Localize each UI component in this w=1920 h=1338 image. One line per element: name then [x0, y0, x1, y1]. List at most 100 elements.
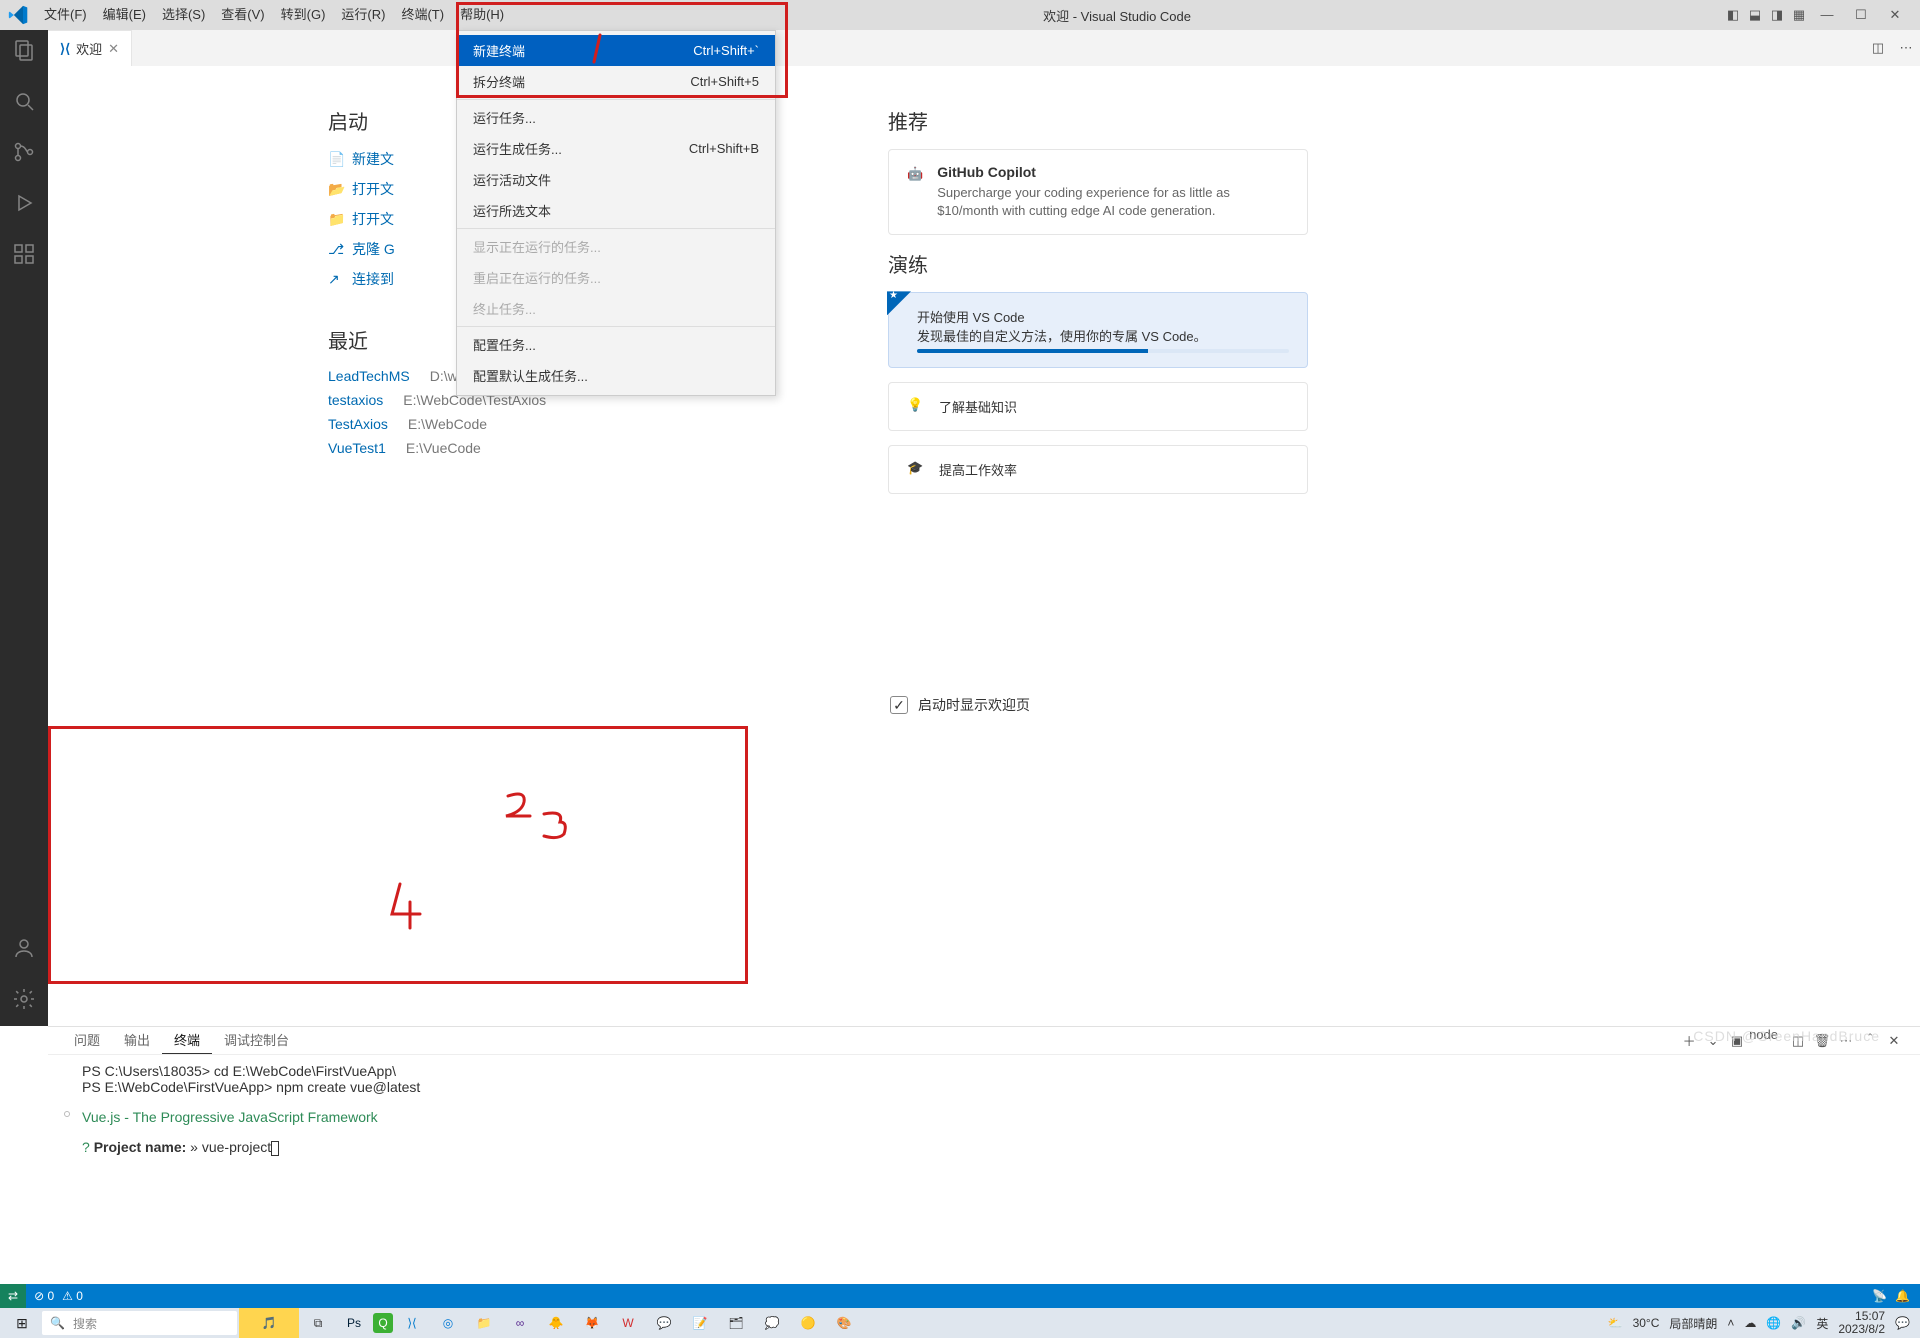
feedback-icon[interactable]: 📡 [1872, 1289, 1887, 1303]
source-control-icon[interactable] [10, 140, 38, 167]
explorer-icon[interactable] [10, 38, 38, 65]
menu-item-run-selected[interactable]: 运行所选文本 [457, 195, 775, 226]
settings-gear-icon[interactable] [10, 987, 38, 1014]
extensions-icon[interactable] [10, 242, 38, 269]
status-bar: ⇄ ⊘ 0 ⚠ 0 📡 🔔 [0, 1284, 1920, 1308]
taskbar-app-icon[interactable]: Q [373, 1313, 393, 1333]
show-welcome-checkbox[interactable]: ✓ 启动时显示欢迎页 [890, 685, 1030, 719]
terminal-content[interactable]: PS C:\Users\18035> cd E:\WebCode\FirstVu… [48, 1055, 1920, 1284]
search-icon[interactable] [10, 89, 38, 116]
term-line: PS C:\Users\18035> cd E:\WebCode\FirstVu… [82, 1063, 1906, 1079]
checkbox-checked-icon[interactable]: ✓ [890, 696, 908, 714]
tray-volume-icon[interactable]: 🔊 [1791, 1316, 1806, 1330]
copilot-icon: 🤖 [907, 164, 923, 220]
welcome-page: 启动 📄新建文 📂打开文 📁打开文 ⎇克隆 G ↗连接到 最近 LeadTech… [48, 66, 1920, 1026]
tray-sync-icon[interactable]: ☁ [1744, 1316, 1756, 1330]
task-view-icon[interactable]: ⧉ [301, 1308, 335, 1338]
tray-chevron-icon[interactable]: ˄ [1727, 1316, 1734, 1330]
weather-text: 局部晴朗 [1669, 1315, 1717, 1332]
taskbar-wechat-icon[interactable]: 💭 [755, 1308, 789, 1338]
menu-run[interactable]: 运行(R) [333, 0, 393, 30]
tray-ime-icon[interactable]: 英 [1816, 1315, 1828, 1332]
menu-edit[interactable]: 编辑(E) [95, 0, 154, 30]
recent-item[interactable]: VueTest1E:\VueCode [328, 440, 808, 456]
taskbar-clock[interactable]: 15:07 2023/8/2 [1838, 1310, 1885, 1336]
copilot-card[interactable]: 🤖 GitHub Copilot Supercharge your coding… [888, 149, 1308, 235]
run-debug-icon[interactable] [10, 191, 38, 218]
menu-item-split-terminal[interactable]: 拆分终端Ctrl+Shift+5 [457, 66, 775, 97]
tab-welcome[interactable]: ⟩⟨ 欢迎 ✕ [48, 30, 132, 66]
panel-tab-problems[interactable]: 问题 [62, 1027, 112, 1054]
mortarboard-icon: 🎓 [907, 460, 925, 476]
start-button[interactable]: ⊞ [4, 1315, 40, 1332]
window-maximize-button[interactable]: ☐ [1844, 0, 1878, 30]
menu-help[interactable]: 帮助(H) [452, 0, 512, 30]
menu-selection[interactable]: 选择(S) [154, 0, 213, 30]
walkthrough-productivity[interactable]: 🎓 提高工作效率 [888, 445, 1308, 494]
tab-close-icon[interactable]: ✕ [108, 41, 119, 57]
taskbar-app-icon[interactable]: Ps [337, 1308, 371, 1338]
new-file-icon: 📄 [328, 151, 344, 168]
panel-tab-output[interactable]: 输出 [112, 1027, 162, 1054]
recent-item[interactable]: TestAxiosE:\WebCode [328, 416, 808, 432]
weather-icon[interactable]: ⛅ [1608, 1316, 1623, 1330]
weather-temp: 30°C [1633, 1316, 1660, 1330]
taskbar-app-icon[interactable]: 🟡 [791, 1308, 825, 1338]
term-line: Vue.js - The Progressive JavaScript Fram… [82, 1109, 1906, 1125]
taskbar-visualstudio-icon[interactable]: ∞ [503, 1308, 537, 1338]
taskbar-notepad-icon[interactable]: 📝 [683, 1308, 717, 1338]
menu-view[interactable]: 查看(V) [213, 0, 272, 30]
layout-toggle-bottom-icon[interactable]: ⬓ [1744, 7, 1766, 23]
taskbar-search[interactable]: 🔍搜索 [42, 1311, 237, 1335]
terminal-menu-dropdown: 新建终端Ctrl+Shift+` 拆分终端Ctrl+Shift+5 运行任务..… [456, 30, 776, 396]
taskbar-vscode-icon[interactable]: ⟩⟨ [395, 1308, 429, 1338]
taskbar-wps-icon[interactable]: W [611, 1308, 645, 1338]
close-panel-icon[interactable]: ✕ [1882, 1027, 1906, 1054]
open-file-icon: 📂 [328, 181, 344, 198]
menu-goto[interactable]: 转到(G) [273, 0, 334, 30]
term-line: PS E:\WebCode\FirstVueApp> npm create vu… [82, 1079, 1906, 1095]
terminal-panel: 问题 输出 终端 调试控制台 ＋ ⌄ ▣ node ◫ 🗑 ⋯ ＾ ✕ PS C… [48, 1026, 1920, 1284]
taskbar-app-icon[interactable]: 🗂 [719, 1308, 753, 1338]
windows-taskbar: ⊞ 🔍搜索 🎵 ⧉ Ps Q ⟩⟨ ◎ 📁 ∞ 🐥 🦊 W 💬 📝 🗂 💭 🟡 … [0, 1308, 1920, 1338]
more-actions-icon[interactable]: ⋯ [1892, 30, 1920, 66]
menu-item-run-active-file[interactable]: 运行活动文件 [457, 164, 775, 195]
status-errors[interactable]: ⊘ 0 [34, 1289, 54, 1303]
menu-item-configure-default-build[interactable]: 配置默认生成任务... [457, 360, 775, 391]
panel-tab-debug-console[interactable]: 调试控制台 [212, 1027, 301, 1054]
menu-item-new-terminal[interactable]: 新建终端Ctrl+Shift+` [457, 35, 775, 66]
activity-bar [0, 30, 48, 1026]
taskbar-paint-icon[interactable]: 🎨 [827, 1308, 861, 1338]
notification-center-icon[interactable]: 💬 [1895, 1316, 1910, 1330]
taskbar-app-icon[interactable]: 🐥 [539, 1308, 573, 1338]
term-prompt: ? Project name: » vue-project [82, 1139, 1906, 1156]
menu-terminal[interactable]: 终端(T) [393, 0, 452, 30]
taskbar-app-icon[interactable]: 💬 [647, 1308, 681, 1338]
layout-toggle-right-icon[interactable]: ◨ [1766, 7, 1788, 23]
remote-icon: ↗ [328, 271, 344, 288]
taskbar-music-widget[interactable]: 🎵 [239, 1308, 299, 1338]
split-editor-icon[interactable]: ◫ [1864, 30, 1892, 66]
taskbar-tray: ⛅ 30°C 局部晴朗 ˄ ☁ 🌐 🔊 英 15:07 2023/8/2 💬 [1608, 1310, 1916, 1336]
menu-item-configure-tasks[interactable]: 配置任务... [457, 329, 775, 360]
window-minimize-button[interactable]: — [1810, 0, 1844, 30]
remote-indicator[interactable]: ⇄ [0, 1284, 26, 1308]
walkthrough-basics[interactable]: 💡 了解基础知识 [888, 382, 1308, 431]
layout-toggle-left-icon[interactable]: ◧ [1722, 7, 1744, 23]
layout-customize-icon[interactable]: ▦ [1788, 7, 1810, 23]
window-title: 欢迎 - Visual Studio Code [512, 6, 1722, 25]
window-close-button[interactable]: ✕ [1878, 0, 1912, 30]
taskbar-explorer-icon[interactable]: 📁 [467, 1308, 501, 1338]
accounts-icon[interactable] [10, 936, 38, 963]
menu-file[interactable]: 文件(F) [36, 0, 95, 30]
tray-network-icon[interactable]: 🌐 [1766, 1316, 1781, 1330]
menu-item-run-build-task[interactable]: 运行生成任务...Ctrl+Shift+B [457, 133, 775, 164]
panel-tab-terminal[interactable]: 终端 [162, 1027, 212, 1054]
notification-bell-icon[interactable]: 🔔 [1895, 1289, 1910, 1303]
walkthrough-start[interactable]: 开始使用 VS Code 发现最佳的自定义方法，使用你的专属 VS Code。 [888, 292, 1308, 368]
taskbar-edge-icon[interactable]: ◎ [431, 1308, 465, 1338]
menu-item-run-task[interactable]: 运行任务... [457, 102, 775, 133]
search-icon: 🔍 [50, 1316, 65, 1330]
status-warnings[interactable]: ⚠ 0 [62, 1289, 83, 1303]
taskbar-firefox-icon[interactable]: 🦊 [575, 1308, 609, 1338]
